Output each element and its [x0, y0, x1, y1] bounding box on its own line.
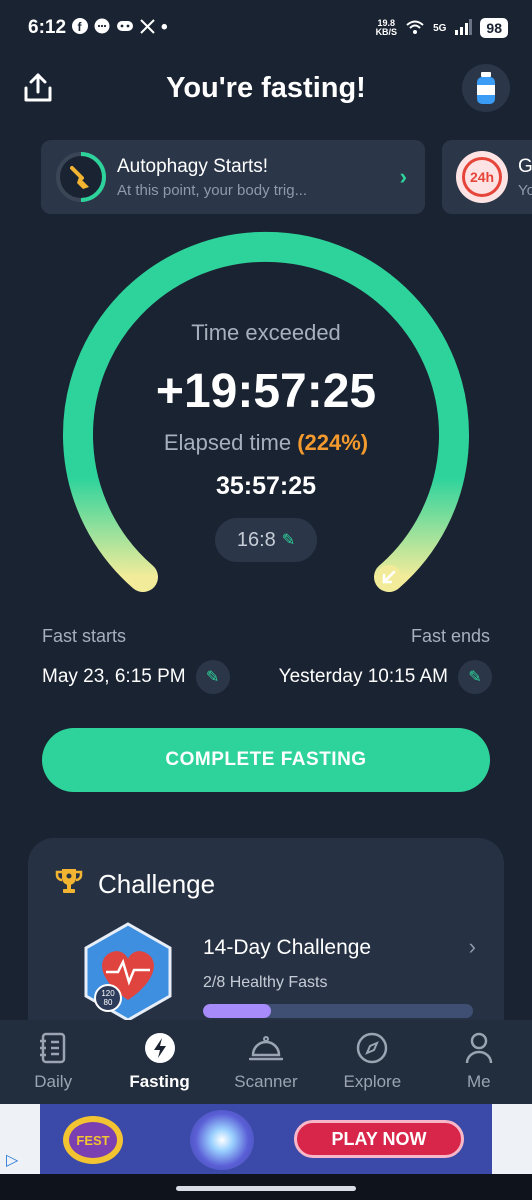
heart-badge-icon: 120 80	[84, 922, 172, 1022]
elapsed-row: Elapsed time (224%)	[0, 430, 532, 456]
status-bar: 6:12 f • 19.8 KB/S 5G 98	[0, 0, 532, 56]
facebook-icon: f	[72, 18, 89, 38]
milestone-subtitle: Yo	[518, 181, 532, 199]
challenge-progress-fill	[203, 1004, 271, 1018]
cloche-icon	[248, 1030, 284, 1066]
water-button[interactable]	[462, 64, 510, 112]
bolt-icon	[142, 1030, 178, 1066]
edit-end-button[interactable]: ✎	[458, 660, 492, 694]
network-type: 5G	[433, 22, 447, 34]
trophy-icon	[54, 866, 84, 903]
header: You're fasting!	[0, 60, 532, 116]
nav-label: Explore	[343, 1072, 402, 1091]
ad-creative[interactable]: FEST PLAY NOW	[40, 1104, 492, 1174]
plan-selector[interactable]: 16:8 ✎	[215, 518, 317, 562]
fast-start-value: May 23, 6:15 PM ✎	[42, 660, 230, 694]
share-button[interactable]	[20, 70, 56, 106]
edit-start-button[interactable]: ✎	[195, 660, 230, 694]
page-title: You're fasting!	[166, 71, 366, 104]
nav-label: Scanner	[234, 1072, 298, 1091]
svg-text:120: 120	[101, 989, 115, 998]
nav-label: Fasting	[129, 1072, 190, 1091]
person-icon	[461, 1030, 497, 1066]
notebook-icon	[35, 1030, 71, 1066]
ad-logo: FEST	[58, 1112, 128, 1168]
clock: 6:12	[28, 17, 67, 38]
time-exceeded-label: Time exceeded	[191, 320, 341, 345]
fast-starts-label: Fast starts	[42, 626, 127, 646]
challenge-progress-bar	[203, 1004, 473, 1018]
chat-icon	[94, 18, 110, 38]
milestone-title: G	[518, 155, 532, 177]
milestone-card-24h[interactable]: 24h G Yo	[442, 140, 532, 214]
exceeded-time: +19:57:25	[155, 365, 377, 418]
battery-indicator: 98	[480, 18, 508, 38]
complete-fasting-button[interactable]: COMPLETE FASTING	[42, 728, 490, 792]
wifi-icon	[405, 19, 425, 38]
challenge-header: Challenge	[54, 866, 215, 903]
signal-icon	[454, 18, 473, 38]
nav-label: Me	[466, 1072, 491, 1091]
play-now-button[interactable]: PLAY NOW	[294, 1120, 464, 1158]
milestone-carousel[interactable]: Autophagy Starts! At this point, your bo…	[41, 140, 532, 214]
share-icon	[24, 73, 52, 102]
chevron-right-icon: ›	[468, 934, 476, 959]
clock-24h-icon: 24h	[456, 151, 508, 203]
water-bottle-icon	[477, 72, 495, 104]
pencil-icon: ✎	[205, 669, 220, 686]
challenge-heading: Challenge	[98, 869, 216, 899]
fasting-timer: Time exceeded +19:57:25 Elapsed time (22…	[0, 222, 532, 612]
milestone-subtitle: At this point, your body trig...	[117, 181, 308, 199]
fast-start-time: May 23, 6:15 PM	[42, 666, 186, 687]
dot-icon: •	[161, 17, 168, 38]
fast-end-value: Yesterday 10:15 AM ✎	[279, 660, 492, 694]
ad-banner[interactable]: FEST PLAY NOW ▷	[0, 1104, 532, 1174]
fast-window-values: May 23, 6:15 PM ✎ Yesterday 10:15 AM ✎	[42, 660, 492, 694]
nav-item-me[interactable]: Me	[429, 1030, 529, 1092]
bottom-nav: Daily Fasting Scanner Explore Me	[0, 1020, 532, 1104]
pencil-icon: ✎	[281, 532, 296, 549]
fast-ends-label: Fast ends	[410, 626, 490, 646]
nav-item-explore[interactable]: Explore	[322, 1030, 422, 1092]
nav-item-daily[interactable]: Daily	[3, 1030, 103, 1092]
compass-icon	[354, 1030, 390, 1066]
pencil-icon: ✎	[468, 669, 482, 686]
challenge-name: 14-Day Challenge	[203, 936, 372, 959]
ad-artwork	[190, 1110, 254, 1170]
elapsed-label: Elapsed time	[163, 430, 292, 455]
nav-item-scanner[interactable]: Scanner	[216, 1030, 316, 1092]
milestone-card-autophagy[interactable]: Autophagy Starts! At this point, your bo…	[41, 140, 425, 214]
ad-choices-icon[interactable]: ▷	[6, 1150, 18, 1170]
milestone-title: Autophagy Starts!	[117, 155, 269, 177]
nav-item-fasting[interactable]: Fasting	[110, 1030, 210, 1092]
elapsed-time: 35:57:25	[215, 472, 317, 500]
svg-text:FEST: FEST	[76, 1133, 109, 1148]
svg-text:80: 80	[104, 998, 113, 1007]
network-speed: 19.8 KB/S	[375, 18, 398, 37]
x-icon	[140, 18, 155, 38]
plan-label: 16:8	[236, 528, 276, 551]
nav-label: Daily	[34, 1072, 73, 1091]
fast-end-time: Yesterday 10:15 AM	[278, 666, 448, 687]
chevron-right-icon: ›	[399, 164, 407, 189]
fast-window-labels: Fast starts Fast ends	[42, 626, 490, 647]
discord-icon	[116, 19, 134, 37]
home-indicator[interactable]	[176, 1186, 356, 1191]
elapsed-percent: (224%)	[297, 430, 369, 455]
challenge-progress-text: 2/8 Healthy Fasts	[203, 974, 328, 991]
broom-icon	[56, 152, 106, 202]
